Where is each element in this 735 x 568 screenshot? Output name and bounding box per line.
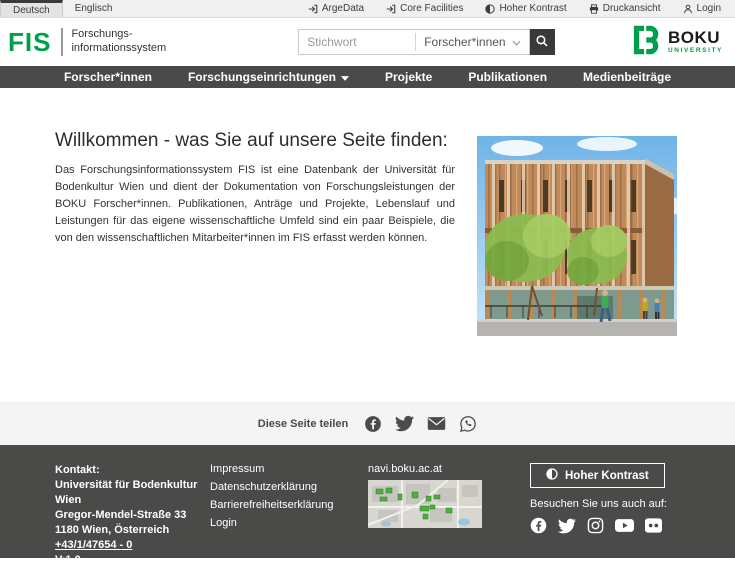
email-share-icon[interactable] (427, 416, 446, 431)
topbar: Deutsch Englisch ArgeData Core Facilitie… (0, 0, 735, 18)
contact-street: Gregor-Mendel-Straße 33 (55, 508, 210, 523)
contrast-icon (546, 468, 558, 483)
boku-logo[interactable]: BOKU UNIVERSITY (632, 25, 723, 60)
nav-item-projekte[interactable]: Projekte (385, 70, 432, 84)
fis-logo-text: Forschungs- informationssystem (71, 28, 166, 56)
footer-links: Impressum Datenschutzerklärung Barrieref… (210, 463, 368, 558)
share-band: Diese Seite teilen (0, 402, 735, 445)
nav-item-label: Medienbeiträge (583, 70, 671, 84)
search-icon (535, 34, 549, 51)
main-nav: Forscher*innen Forschungseinrichtungen P… (0, 66, 735, 88)
nav-item-publikationen[interactable]: Publikationen (468, 70, 547, 84)
whatsapp-share-icon[interactable] (459, 415, 477, 433)
chevron-down-icon (512, 35, 521, 49)
boku-logo-text: BOKU UNIVERSITY (668, 29, 723, 55)
page: Deutsch Englisch ArgeData Core Facilitie… (0, 0, 735, 558)
footer-link-datenschutz[interactable]: Datenschutzerklärung (210, 481, 368, 493)
search-box: Forscher*innen (298, 29, 529, 55)
fis-logo[interactable]: FIS Forschungs- informationssystem (8, 27, 166, 58)
printer-icon (589, 4, 599, 14)
campus-map[interactable] (368, 480, 482, 528)
topbar-link-druckansicht[interactable]: Druckansicht (589, 3, 661, 14)
nav-item-forscherinnen[interactable]: Forscher*innen (64, 70, 152, 84)
intro-paragraph: Das Forschungsinformationssystem FIS ist… (55, 162, 455, 247)
fis-logo-line1: Forschungs- (71, 28, 132, 40)
nav-item-medienbeitraege[interactable]: Medienbeiträge (583, 70, 671, 84)
header: FIS Forschungs- informationssystem Forsc… (0, 18, 735, 66)
page-title: Willkommen - was Sie auf unsere Seite fi… (55, 130, 455, 152)
search-scope-dropdown[interactable]: Forscher*innen (415, 33, 528, 51)
topbar-link-label: Core Facilities (400, 3, 463, 14)
building-photo (477, 136, 677, 336)
topbar-link-label: ArgeData (322, 3, 364, 14)
share-label: Diese Seite teilen (258, 418, 349, 430)
facebook-share-icon[interactable] (364, 415, 382, 433)
footer-contrast-button[interactable]: Hoher Kontrast (530, 463, 665, 488)
social-heading: Besuchen Sie uns auch auf: (530, 498, 735, 510)
search-input[interactable] (299, 30, 415, 54)
footer-map-section: navi.boku.ac.at (368, 463, 530, 558)
footer-link-login[interactable]: Login (210, 517, 368, 529)
contrast-icon (485, 4, 495, 14)
fis-logo-acronym: FIS (8, 27, 51, 58)
boku-name: BOKU (668, 29, 723, 46)
footer-link-barrierefreiheit[interactable]: Barrierefreiheitserklärung (210, 499, 368, 511)
language-tabs: Deutsch Englisch (0, 0, 125, 17)
footer: Kontakt: Universität für Bodenkultur Wie… (0, 445, 735, 558)
nav-item-label: Forschungseinrichtungen (188, 70, 336, 84)
language-tab-englisch[interactable]: Englisch (63, 0, 125, 17)
twitter-share-icon[interactable] (395, 415, 414, 432)
topbar-link-core-facilities[interactable]: Core Facilities (386, 3, 463, 14)
topbar-link-label: Hoher Kontrast (499, 3, 566, 14)
share-icons (364, 415, 477, 433)
topbar-link-login[interactable]: Login (683, 3, 721, 14)
nav-item-label: Projekte (385, 70, 432, 84)
contact-org: Universität für Bodenkultur Wien (55, 478, 210, 508)
twitter-icon[interactable] (558, 518, 576, 534)
topbar-link-hoher-kontrast[interactable]: Hoher Kontrast (485, 3, 566, 14)
sign-in-icon (386, 4, 396, 14)
logo-divider (61, 28, 63, 56)
language-tab-deutsch[interactable]: Deutsch (0, 0, 63, 17)
main-content: Willkommen - was Sie auf unsere Seite fi… (0, 88, 735, 402)
contact-heading: Kontakt: (55, 463, 210, 478)
footer-extra: Hoher Kontrast Besuchen Sie uns auch auf… (530, 463, 735, 558)
person-icon (683, 4, 693, 14)
boku-logo-mark-icon (632, 25, 662, 60)
welcome-section: Willkommen - was Sie auf unsere Seite fi… (55, 130, 455, 336)
flickr-icon[interactable] (645, 518, 662, 533)
search-bar: Forscher*innen (298, 29, 554, 55)
contact-city: 1180 Wien, Österreich (55, 523, 210, 538)
instagram-icon[interactable] (587, 517, 604, 534)
contrast-button-label: Hoher Kontrast (565, 470, 649, 482)
chevron-down-icon (341, 70, 349, 84)
footer-contact: Kontakt: Universität für Bodenkultur Wie… (55, 463, 210, 558)
footer-map-link[interactable]: navi.boku.ac.at (368, 463, 530, 475)
topbar-links: ArgeData Core Facilities Hoher Kontrast … (308, 0, 735, 17)
nav-item-forschungseinrichtungen[interactable]: Forschungseinrichtungen (188, 70, 349, 84)
contact-phone-link[interactable]: +43/1/47654 - 0 (55, 538, 132, 553)
sign-in-icon (308, 4, 318, 14)
nav-item-label: Forscher*innen (64, 70, 152, 84)
boku-subtitle: UNIVERSITY (668, 48, 723, 55)
topbar-link-label: Login (697, 3, 721, 14)
footer-social-icons (530, 517, 735, 534)
search-button[interactable] (530, 29, 555, 55)
youtube-icon[interactable] (615, 518, 634, 533)
footer-link-impressum[interactable]: Impressum (210, 463, 368, 475)
fis-logo-line2: informationssystem (71, 42, 166, 54)
topbar-link-label: Druckansicht (603, 3, 661, 14)
topbar-link-argedata[interactable]: ArgeData (308, 3, 364, 14)
version-label: V:1.0 (55, 553, 210, 568)
search-scope-value: Forscher*innen (424, 35, 505, 49)
nav-item-label: Publikationen (468, 70, 547, 84)
facebook-icon[interactable] (530, 517, 547, 534)
